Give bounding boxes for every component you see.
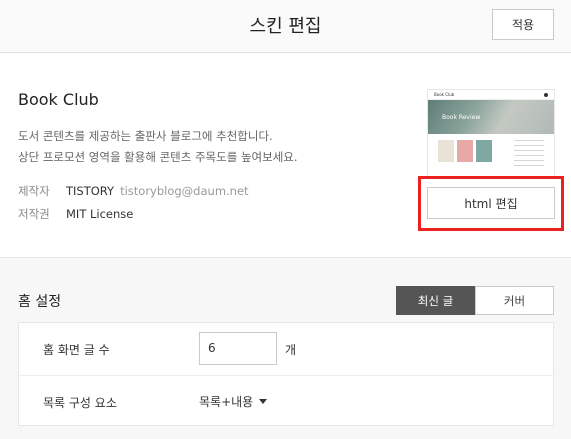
skin-description-line: 상단 프로모션 영역을 활용해 콘텐츠 주목도를 높여보세요.: [18, 150, 298, 164]
page-title: 스킨 편집: [249, 16, 322, 37]
home-settings-section: 홈 설정 최신 글 커버 홈 화면 글 수 6 개 목록 구성 요소 목록+내용: [0, 257, 571, 439]
list-component-row: 목록 구성 요소 목록+내용: [19, 375, 553, 427]
thumbnail-hero: Book Review: [428, 100, 554, 134]
list-component-value: 목록+내용: [199, 395, 254, 409]
tab-cover[interactable]: 커버: [475, 286, 554, 315]
thumbnail-topbar: Book Club: [428, 90, 554, 100]
author-name: TISTORY: [66, 184, 115, 198]
license-row: 저작권 MIT License: [18, 206, 133, 222]
license-label: 저작권: [18, 207, 50, 221]
home-settings-box: 홈 화면 글 수 6 개 목록 구성 요소 목록+내용: [18, 322, 554, 426]
author-email: tistoryblog@daum.net: [120, 184, 249, 198]
author-row: 제작자 TISTORY tistoryblog@daum.net: [18, 183, 249, 199]
post-count-input[interactable]: 6: [199, 332, 277, 365]
apply-button[interactable]: 적용: [492, 9, 554, 40]
list-component-select[interactable]: 목록+내용: [199, 393, 268, 410]
thumbnail-card: [476, 140, 492, 162]
skin-info-panel: Book Club 도서 콘텐츠를 제공하는 출판사 블로그에 추천합니다. 상…: [0, 53, 571, 257]
thumbnail-hero-text: Book Review: [442, 114, 481, 121]
post-count-unit: 개: [285, 343, 297, 357]
thumbnail-site-title: Book Club: [434, 92, 455, 97]
thumbnail-card: [457, 140, 473, 162]
skin-thumbnail: Book Club Book Review: [427, 89, 555, 177]
post-count-label: 홈 화면 글 수: [43, 343, 110, 357]
skin-description: 도서 콘텐츠를 제공하는 출판사 블로그에 추천합니다. 상단 프로모션 영역을…: [18, 126, 298, 168]
author-label: 제작자: [18, 184, 50, 198]
home-settings-title: 홈 설정: [18, 294, 62, 310]
post-count-row: 홈 화면 글 수 6 개: [19, 323, 553, 375]
html-edit-button[interactable]: html 편집: [427, 187, 555, 219]
list-component-label: 목록 구성 요소: [43, 396, 117, 410]
license-value: MIT License: [66, 207, 134, 221]
skin-name: Book Club: [18, 90, 99, 109]
home-mode-toggle: 최신 글 커버: [396, 286, 554, 315]
thumbnail-menu-icon: [544, 93, 548, 97]
header-bar: 스킨 편집 적용: [0, 0, 571, 53]
chevron-down-icon: [259, 399, 268, 404]
thumbnail-card: [438, 140, 454, 162]
tab-latest-posts[interactable]: 최신 글: [396, 286, 475, 315]
thumbnail-text-lines: [514, 140, 544, 166]
skin-description-line: 도서 콘텐츠를 제공하는 출판사 블로그에 추천합니다.: [18, 129, 273, 143]
